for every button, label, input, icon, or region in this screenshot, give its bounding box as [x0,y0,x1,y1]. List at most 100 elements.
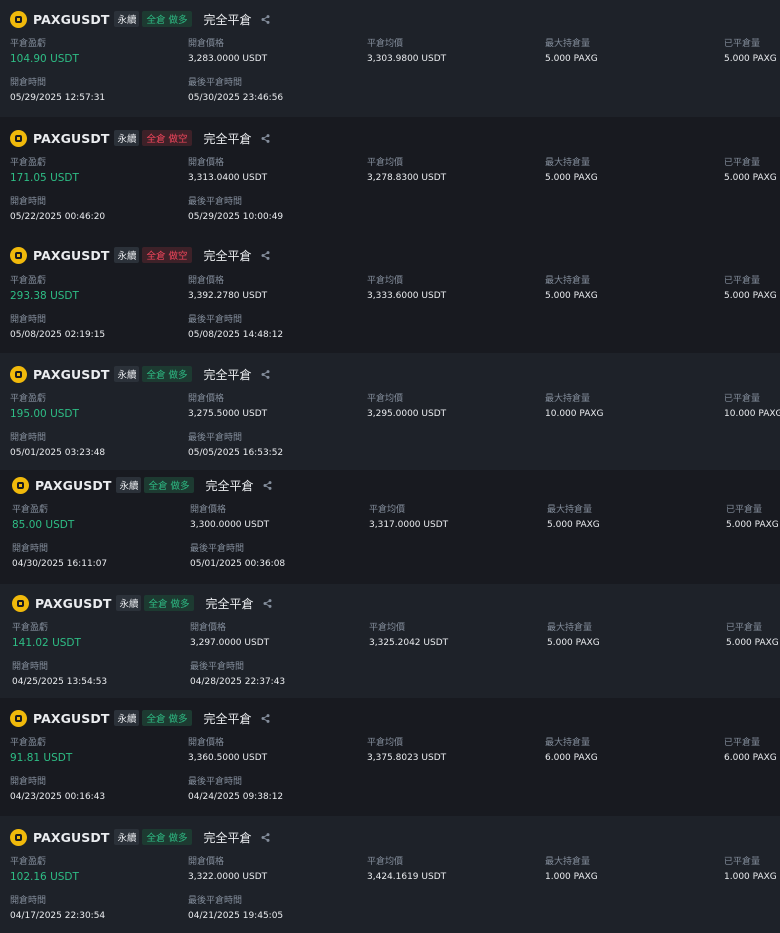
open-price-field: 開倉價格 3,360.5000 USDT [188,738,268,763]
open-time-field: 開倉時間 05/01/2025 03:23:48 [10,433,106,458]
close-time-field: 最後平倉時間 04/21/2025 19:45:05 [188,896,284,921]
symbol-label[interactable]: PAXGUSDT [35,596,111,611]
open-time-field: 開倉時間 04/30/2025 16:11:07 [12,544,108,569]
position-card: PAXGUSDT 永續 全倉 做多 完全平倉 平倉盈虧 102.16 USDT 開… [0,816,780,933]
perpetual-badge: 永續 [114,11,140,27]
close-avg-field: 平倉均價 3,317.0000 USDT [369,505,449,530]
close-time-field: 最後平倉時間 04/28/2025 22:37:43 [190,662,286,687]
side-badge: 全倉 做多 [142,11,192,27]
status-label: 完全平倉 [203,367,252,382]
open-time-field: 開倉時間 04/17/2025 22:30:54 [10,896,106,921]
symbol-label[interactable]: PAXGUSDT [33,131,109,146]
status-label: 完全平倉 [203,711,252,726]
close-time-field: 最後平倉時間 05/30/2025 23:46:56 [188,78,284,103]
max-size-field: 最大持倉量 6.000 PAXG [545,738,598,763]
share-icon[interactable] [261,713,270,723]
status-label: 完全平倉 [203,248,252,263]
perpetual-badge: 永續 [116,477,142,493]
position-card: PAXGUSDT 永續 全倉 做多 完全平倉 平倉盈虧 195.00 USDT 開… [0,353,780,470]
open-time-field: 開倉時間 05/22/2025 00:46:20 [10,197,106,222]
pnl-field: 平倉盈虧 141.02 USDT [12,623,81,649]
closed-size-field: 已平倉量 5.000 PAXG [726,505,779,530]
open-time-field: 開倉時間 05/08/2025 02:19:15 [10,315,106,340]
symbol-label[interactable]: PAXGUSDT [33,367,109,382]
open-price-field: 開倉價格 3,392.2780 USDT [188,276,268,301]
pnl-field: 平倉盈虧 91.81 USDT [10,738,73,764]
close-avg-field: 平倉均價 3,303.9800 USDT [367,39,447,64]
max-size-field: 最大持倉量 5.000 PAXG [545,39,598,64]
paxg-logo-icon [10,246,27,264]
side-badge: 全倉 做多 [142,829,192,845]
closed-size-field: 已平倉量 5.000 PAXG [724,158,777,183]
perpetual-badge: 永續 [114,710,140,726]
perpetual-badge: 永續 [114,130,140,146]
paxg-logo-icon [10,365,27,383]
side-badge: 全倉 做多 [144,477,194,493]
paxg-logo-icon [10,828,27,846]
paxg-logo-icon [12,594,29,612]
close-time-field: 最後平倉時間 05/05/2025 16:53:52 [188,433,284,458]
side-badge: 全倉 做空 [142,130,192,146]
pnl-field: 平倉盈虧 104.90 USDT [10,39,79,65]
symbol-label[interactable]: PAXGUSDT [33,248,109,263]
closed-size-field: 已平倉量 5.000 PAXG [724,39,777,64]
perpetual-badge: 永續 [114,829,140,845]
max-size-field: 最大持倉量 5.000 PAXG [545,158,598,183]
symbol-label[interactable]: PAXGUSDT [33,711,109,726]
paxg-logo-icon [10,10,27,28]
status-label: 完全平倉 [205,596,254,611]
share-icon[interactable] [263,480,272,490]
pnl-field: 平倉盈虧 85.00 USDT [12,505,75,531]
position-card: PAXGUSDT 永續 全倉 做多 完全平倉 平倉盈虧 85.00 USDT 開倉… [0,470,780,584]
side-badge: 全倉 做多 [142,366,192,382]
max-size-field: 最大持倉量 5.000 PAXG [547,505,600,530]
status-label: 完全平倉 [203,131,252,146]
open-time-field: 開倉時間 04/23/2025 00:16:43 [10,777,106,802]
symbol-label[interactable]: PAXGUSDT [33,830,109,845]
close-avg-field: 平倉均價 3,325.2042 USDT [369,623,449,648]
close-avg-field: 平倉均價 3,278.8300 USDT [367,158,447,183]
share-icon[interactable] [263,598,272,608]
close-avg-field: 平倉均價 3,375.8023 USDT [367,738,447,763]
open-price-field: 開倉價格 3,322.0000 USDT [188,857,268,882]
position-card: PAXGUSDT 永續 全倉 做多 完全平倉 平倉盈虧 141.02 USDT 開… [0,584,780,698]
pnl-field: 平倉盈虧 195.00 USDT [10,394,79,420]
open-price-field: 開倉價格 3,283.0000 USDT [188,39,268,64]
share-icon[interactable] [261,369,270,379]
perpetual-badge: 永續 [116,595,142,611]
pnl-field: 平倉盈虧 171.05 USDT [10,158,79,184]
paxg-logo-icon [12,476,29,494]
open-price-field: 開倉價格 3,297.0000 USDT [190,623,270,648]
status-label: 完全平倉 [203,830,252,845]
side-badge: 全倉 做多 [142,710,192,726]
close-avg-field: 平倉均價 3,295.0000 USDT [367,394,447,419]
close-time-field: 最後平倉時間 05/08/2025 14:48:12 [188,315,284,340]
paxg-logo-icon [10,129,27,147]
max-size-field: 最大持倉量 1.000 PAXG [545,857,598,882]
symbol-label[interactable]: PAXGUSDT [35,478,111,493]
close-avg-field: 平倉均價 3,333.6000 USDT [367,276,447,301]
symbol-label[interactable]: PAXGUSDT [33,12,109,27]
position-card: PAXGUSDT 永續 全倉 做多 完全平倉 平倉盈虧 104.90 USDT 開… [0,0,780,117]
pnl-field: 平倉盈虧 102.16 USDT [10,857,79,883]
share-icon[interactable] [261,133,270,143]
max-size-field: 最大持倉量 10.000 PAXG [545,394,604,419]
closed-size-field: 已平倉量 6.000 PAXG [724,738,777,763]
close-time-field: 最後平倉時間 05/29/2025 10:00:49 [188,197,284,222]
closed-size-field: 已平倉量 5.000 PAXG [726,623,779,648]
closed-size-field: 已平倉量 10.000 PAXG [724,394,780,419]
share-icon[interactable] [261,832,270,842]
closed-size-field: 已平倉量 1.000 PAXG [724,857,777,882]
position-card: PAXGUSDT 永續 全倉 做空 完全平倉 平倉盈虧 293.38 USDT 開… [0,235,780,353]
perpetual-badge: 永續 [114,247,140,263]
share-icon[interactable] [261,250,270,260]
close-time-field: 最後平倉時間 04/24/2025 09:38:12 [188,777,284,802]
status-label: 完全平倉 [203,12,252,27]
close-avg-field: 平倉均價 3,424.1619 USDT [367,857,447,882]
open-price-field: 開倉價格 3,275.5000 USDT [188,394,268,419]
share-icon[interactable] [261,14,270,24]
close-time-field: 最後平倉時間 05/01/2025 00:36:08 [190,544,286,569]
perpetual-badge: 永續 [114,366,140,382]
status-label: 完全平倉 [205,478,254,493]
open-time-field: 開倉時間 04/25/2025 13:54:53 [12,662,108,687]
